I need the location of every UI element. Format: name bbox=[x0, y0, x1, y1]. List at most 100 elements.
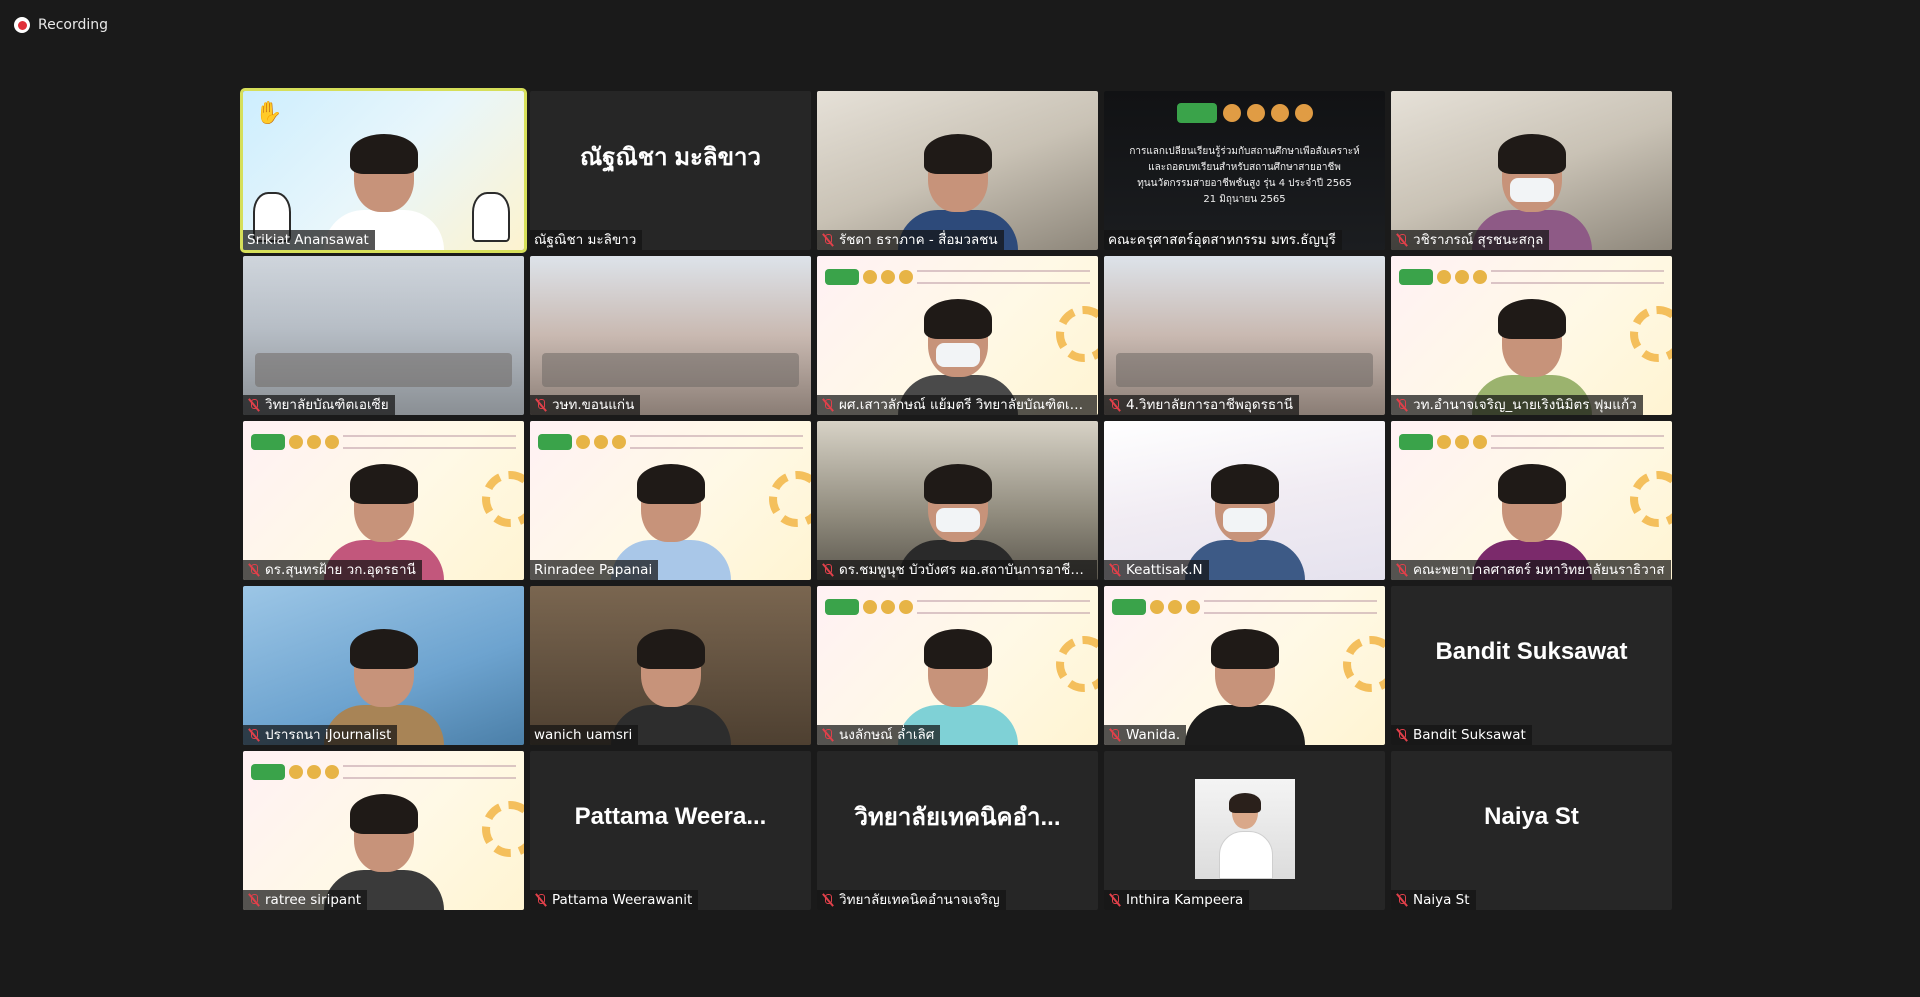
mic-muted-icon bbox=[534, 893, 548, 907]
participant-tile[interactable]: ดร.ชมพูนุช บัวบังศร ผอ.สถาบันการอาชีวศึก… bbox=[817, 421, 1098, 580]
participant-name: วชิราภรณ์ สุรชนะสกุล bbox=[1413, 232, 1544, 248]
participant-tile[interactable]: การแลกเปลี่ยนเรียนรู้ร่วมกับสถานศึกษาเพื… bbox=[1104, 91, 1385, 250]
participant-tile[interactable]: วิทยาลัยบัณฑิตเอเซีย bbox=[243, 256, 524, 415]
participant-name: ratree siripant bbox=[265, 892, 362, 908]
participant-video bbox=[243, 586, 524, 745]
participant-name: 4.วิทยาลัยการอาชีพอุดรธานี bbox=[1126, 397, 1293, 413]
participant-name: คณะพยาบาลศาสตร์ มหาวิทยาลัยนราธิวาส bbox=[1413, 562, 1665, 578]
participant-name: Pattama Weerawanit bbox=[552, 892, 693, 908]
participant-video bbox=[243, 421, 524, 580]
raised-hand-icon: ✋ bbox=[255, 101, 283, 126]
participant-name-label: Naiya St bbox=[1391, 890, 1476, 910]
participant-name: วิทยาลัยเทคนิคอำนาจเจริญ bbox=[839, 892, 1000, 908]
participant-gallery: ✋ Srikiat Anansawat ณัฐณิชา มะลิขาว ณัฐณิชา… bbox=[240, 88, 1672, 910]
participant-name-label: รัชดา ธราภาค - สื่อมวลชน bbox=[817, 230, 1004, 250]
meeting-room-video bbox=[243, 256, 524, 415]
participant-name: wanich uamsri bbox=[534, 727, 633, 743]
participant-name: Naiya St bbox=[1413, 892, 1470, 908]
participant-video bbox=[530, 586, 811, 745]
participant-name-label: Srikiat Anansawat bbox=[243, 230, 375, 250]
participant-name: คณะครุศาสตร์อุตสาหกรรม มทร.ธัญบุรี bbox=[1108, 232, 1336, 248]
slide-text-line: และถอดบทเรียนสำหรับสถานศึกษาสายอาชีพ bbox=[1148, 162, 1341, 173]
participant-video bbox=[530, 421, 811, 580]
participant-name: วท.อำนาจเจริญ_นายเริงนิมิตร ฟุมแก้ว bbox=[1413, 397, 1637, 413]
mic-muted-icon bbox=[1395, 728, 1409, 742]
participant-tile[interactable]: Keattisak.N bbox=[1104, 421, 1385, 580]
meeting-room-video bbox=[1104, 256, 1385, 415]
participant-tile[interactable]: คณะพยาบาลศาสตร์ มหาวิทยาลัยนราธิวาส bbox=[1391, 421, 1672, 580]
participant-tile[interactable]: ดร.สุนทรฝ้าย วก.อุดรธานี bbox=[243, 421, 524, 580]
participant-tile[interactable]: Bandit Suksawat Bandit Suksawat bbox=[1391, 586, 1672, 745]
mic-muted-icon bbox=[1108, 563, 1122, 577]
participant-name-label: Rinradee Papanai bbox=[530, 560, 659, 580]
slide-text-line: ทุนนวัตกรรมสายอาชีพชั้นสูง รุ่น 4 ประจำป… bbox=[1137, 178, 1352, 189]
participant-video bbox=[1391, 421, 1672, 580]
participant-name: ณัฐณิชา มะลิขาว bbox=[534, 232, 637, 248]
participant-video: ✋ bbox=[243, 91, 524, 250]
participant-display-name: ณัฐณิชา มะลิขาว bbox=[580, 144, 761, 171]
participant-name: Wanida. bbox=[1126, 727, 1181, 743]
participant-tile[interactable]: รัชดา ธราภาค - สื่อมวลชน bbox=[817, 91, 1098, 250]
participant-display-name: Pattama Weera... bbox=[574, 802, 767, 830]
participant-name-label: ณัฐณิชา มะลิขาว bbox=[530, 230, 643, 250]
participant-name-label: ratree siripant bbox=[243, 890, 368, 910]
participant-name: Rinradee Papanai bbox=[534, 562, 653, 578]
mic-muted-icon bbox=[1108, 728, 1122, 742]
slide-text-line: 21 มิถุนายน 2565 bbox=[1203, 194, 1286, 205]
participant-name-label: Inthira Kampeera bbox=[1104, 890, 1250, 910]
participant-tile[interactable]: ปรารถนา iJournalist bbox=[243, 586, 524, 745]
mic-muted-icon bbox=[1108, 893, 1122, 907]
participant-name: ผศ.เสาวลักษณ์ แย้มตรี วิทยาลัยบัณฑิตเอเซ… bbox=[839, 397, 1091, 413]
participant-display-name: วิทยาลัยเทคนิคอำ... bbox=[854, 804, 1061, 831]
participant-tile[interactable]: ✋ Srikiat Anansawat bbox=[240, 88, 527, 253]
mic-muted-icon bbox=[247, 398, 261, 412]
participant-name-label: ปรารถนา iJournalist bbox=[243, 725, 398, 745]
participant-name-label: Pattama Weerawanit bbox=[530, 890, 699, 910]
participant-name-label: คณะครุศาสตร์อุตสาหกรรม มทร.ธัญบุรี bbox=[1104, 230, 1342, 250]
mic-muted-icon bbox=[821, 728, 835, 742]
meeting-room-video bbox=[530, 256, 811, 415]
participant-video bbox=[1391, 256, 1672, 415]
participant-name-label: Keattisak.N bbox=[1104, 560, 1209, 580]
participant-video bbox=[817, 421, 1098, 580]
participant-name-label: วษท.ขอนแก่น bbox=[530, 395, 641, 415]
participant-tile[interactable]: ณัฐณิชา มะลิขาว ณัฐณิชา มะลิขาว bbox=[530, 91, 811, 250]
participant-tile[interactable]: Inthira Kampeera bbox=[1104, 751, 1385, 910]
participant-display-name: Bandit Suksawat bbox=[1435, 637, 1628, 665]
mic-muted-icon bbox=[247, 728, 261, 742]
participant-tile[interactable]: ratree siripant bbox=[243, 751, 524, 910]
shared-slide-thumbnail: การแลกเปลี่ยนเรียนรู้ร่วมกับสถานศึกษาเพื… bbox=[1104, 91, 1385, 250]
participant-tile[interactable]: วชิราภรณ์ สุรชนะสกุล bbox=[1391, 91, 1672, 250]
participant-name-label: ดร.ชมพูนุช บัวบังศร ผอ.สถาบันการอาชีวศึก… bbox=[817, 560, 1097, 580]
participant-video bbox=[817, 256, 1098, 415]
participant-tile[interactable]: wanich uamsri bbox=[530, 586, 811, 745]
participant-tile[interactable]: Wanida. bbox=[1104, 586, 1385, 745]
participant-tile[interactable]: Naiya St Naiya St bbox=[1391, 751, 1672, 910]
participant-name-label: ดร.สุนทรฝ้าย วก.อุดรธานี bbox=[243, 560, 422, 580]
participant-tile[interactable]: ผศ.เสาวลักษณ์ แย้มตรี วิทยาลัยบัณฑิตเอเซ… bbox=[817, 256, 1098, 415]
participant-figure bbox=[1184, 627, 1305, 745]
mic-muted-icon bbox=[1395, 233, 1409, 247]
participant-tile[interactable]: วิทยาลัยเทคนิคอำ... วิทยาลัยเทคนิคอำนาจเจ… bbox=[817, 751, 1098, 910]
participant-tile[interactable]: 4.วิทยาลัยการอาชีพอุดรธานี bbox=[1104, 256, 1385, 415]
participant-tile[interactable]: Pattama Weera... Pattama Weerawanit bbox=[530, 751, 811, 910]
mic-muted-icon bbox=[247, 563, 261, 577]
participant-name-label: วท.อำนาจเจริญ_นายเริงนิมิตร ฟุมแก้ว bbox=[1391, 395, 1643, 415]
mic-muted-icon bbox=[821, 893, 835, 907]
participant-name-label: นงลักษณ์ ล่ำเลิศ bbox=[817, 725, 941, 745]
mic-muted-icon bbox=[1395, 893, 1409, 907]
participant-tile[interactable]: วท.อำนาจเจริญ_นายเริงนิมิตร ฟุมแก้ว bbox=[1391, 256, 1672, 415]
participant-name: Inthira Kampeera bbox=[1126, 892, 1244, 908]
participant-tile[interactable]: นงลักษณ์ ล่ำเลิศ bbox=[817, 586, 1098, 745]
slide-text-line: การแลกเปลี่ยนเรียนรู้ร่วมกับสถานศึกษาเพื… bbox=[1129, 146, 1360, 157]
mic-muted-icon bbox=[1108, 398, 1122, 412]
participant-video bbox=[817, 586, 1098, 745]
participant-tile[interactable]: วษท.ขอนแก่น bbox=[530, 256, 811, 415]
participant-video bbox=[243, 751, 524, 910]
participant-name: Srikiat Anansawat bbox=[247, 232, 369, 248]
recording-indicator[interactable]: Recording bbox=[14, 15, 108, 35]
participant-name: นงลักษณ์ ล่ำเลิศ bbox=[839, 727, 935, 743]
mic-muted-icon bbox=[1395, 398, 1409, 412]
participant-tile[interactable]: Rinradee Papanai bbox=[530, 421, 811, 580]
participant-name-label: Bandit Suksawat bbox=[1391, 725, 1532, 745]
